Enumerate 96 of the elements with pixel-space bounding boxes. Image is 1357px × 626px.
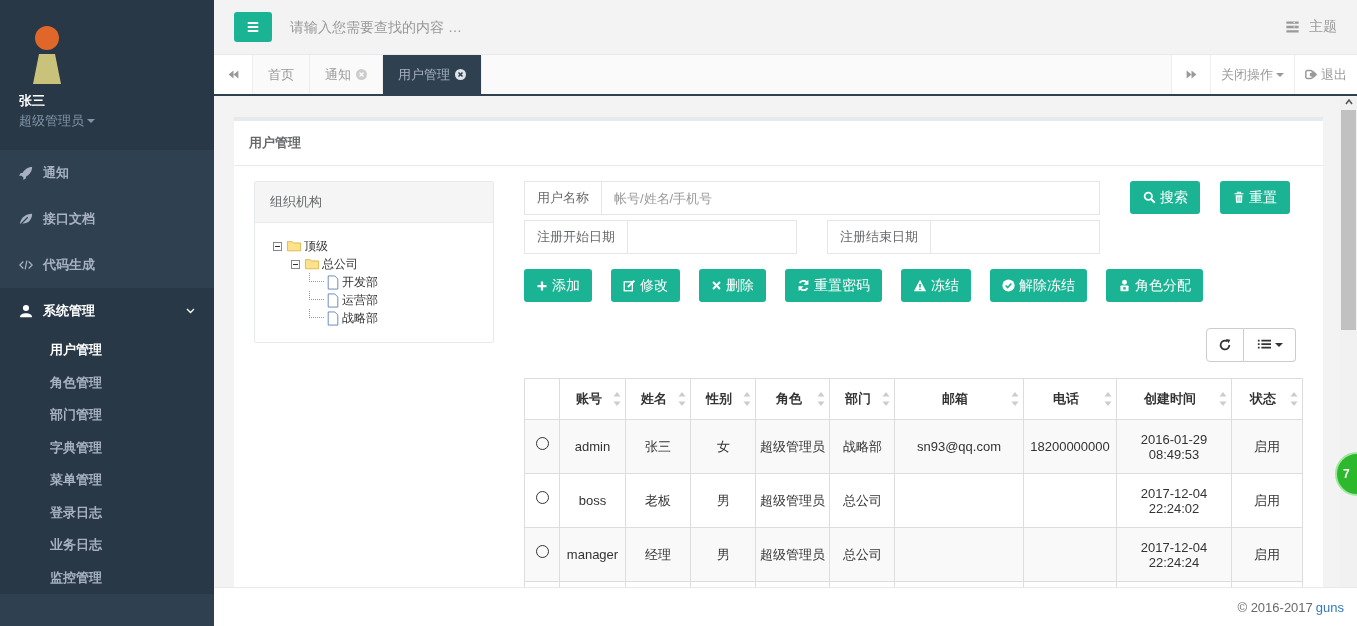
- user-role-dropdown[interactable]: 超级管理员: [19, 112, 95, 130]
- table-cell: 经理: [645, 545, 671, 564]
- user-name: 张三: [19, 92, 45, 110]
- input-field[interactable]: [627, 220, 797, 254]
- table-cell: 超级管理员: [760, 491, 825, 510]
- sidebar-item[interactable]: 系统管理: [0, 288, 214, 334]
- table-cell: 老板: [645, 491, 671, 510]
- list-icon: [1256, 338, 1272, 352]
- table-cell: 总公司: [842, 545, 882, 564]
- table-cell: 男: [716, 545, 730, 564]
- table-cell-text: 2017-12-04 22:24:24: [1139, 539, 1209, 570]
- submenu-item[interactable]: 角色管理: [50, 373, 102, 392]
- menu-button[interactable]: [234, 12, 272, 42]
- table-cell: 超级管理员: [760, 545, 825, 564]
- submenu-item[interactable]: 字典管理: [50, 438, 102, 457]
- sort-icon: [613, 391, 621, 407]
- collapse-icon[interactable]: [291, 259, 300, 269]
- tree-node[interactable]: 开发部: [342, 273, 378, 291]
- file-icon: [326, 310, 340, 326]
- sort-icon: [743, 391, 751, 407]
- sort-icon: [1290, 391, 1298, 407]
- collapse-icon[interactable]: [273, 241, 282, 251]
- table-cell: sn93@qq.com: [917, 439, 1001, 454]
- sidebar-item[interactable]: 通知: [0, 150, 214, 196]
- tab[interactable]: 用户管理: [383, 55, 482, 94]
- trash-icon: [1233, 191, 1245, 204]
- refresh-icon: [1218, 338, 1232, 352]
- menu-icon: [246, 20, 260, 34]
- search-icon: [1142, 191, 1156, 204]
- file-icon: [326, 292, 340, 308]
- tree-node[interactable]: 总公司: [322, 255, 358, 273]
- sort-icon: [1219, 391, 1227, 407]
- cross-icon: [711, 280, 722, 291]
- table-cell: admin: [574, 439, 611, 454]
- double-left-icon: [226, 68, 240, 81]
- table-cell: 超级管理员: [760, 437, 825, 456]
- sidebar-item[interactable]: 代码生成: [0, 242, 214, 288]
- tree-node[interactable]: 顶级: [304, 237, 328, 255]
- refresh-icon: [797, 279, 810, 292]
- tree-node[interactable]: 运营部: [342, 291, 378, 309]
- user-icon: [19, 304, 33, 318]
- submenu-item[interactable]: 业务日志: [50, 536, 102, 555]
- double-right-icon: [1184, 68, 1198, 81]
- panel-title: 用户管理: [249, 134, 301, 152]
- footer-link[interactable]: guns: [1315, 599, 1344, 615]
- field-label: 注册开始日期: [524, 220, 627, 254]
- table-cell: 启用: [1254, 437, 1280, 456]
- check-circle-icon: [1002, 279, 1015, 292]
- lock-user-icon: [1118, 279, 1131, 292]
- folder-icon: [286, 239, 302, 253]
- table-cell: 张三: [645, 437, 671, 456]
- search-field[interactable]: 请输入您需要查找的内容 …: [288, 18, 892, 36]
- refresh-button[interactable]: [1206, 328, 1244, 362]
- table-cell-text: 2017-12-04 22:24:02: [1139, 485, 1209, 516]
- table-cell: manager: [566, 547, 619, 562]
- table-cell: 男: [716, 491, 730, 510]
- close-icon[interactable]: [455, 69, 466, 80]
- sort-icon: [1011, 391, 1019, 407]
- input-field[interactable]: [930, 220, 1100, 254]
- table-cell-text: 2016-01-29 08:49:53: [1139, 431, 1209, 462]
- columns-dropdown[interactable]: [1244, 328, 1296, 362]
- close-actions-dropdown[interactable]: 关闭操作: [1210, 55, 1294, 94]
- logout-link[interactable]: 退出: [1294, 55, 1357, 94]
- file-icon: [326, 274, 340, 290]
- logout-icon: [1305, 68, 1318, 81]
- table-cell: 女: [716, 437, 730, 456]
- sort-icon: [817, 391, 825, 407]
- table-cell: 启用: [1254, 545, 1280, 564]
- sort-icon: [1104, 391, 1112, 407]
- submenu-item[interactable]: 部门管理: [50, 406, 102, 425]
- submenu-item[interactable]: 菜单管理: [50, 471, 102, 490]
- plus-icon: [536, 279, 548, 292]
- sidebar-item[interactable]: 接口文档: [0, 196, 214, 242]
- field-label: 注册结束日期: [827, 220, 930, 254]
- field-label: 用户名称: [524, 181, 601, 215]
- table-cell: 战略部: [842, 437, 882, 456]
- table-cell: 18200000000: [1030, 439, 1110, 454]
- sort-icon: [882, 391, 890, 407]
- sort-icon: [678, 391, 686, 407]
- table-cell: boss: [578, 493, 607, 508]
- list-icon: [1285, 20, 1300, 34]
- edit-icon: [623, 279, 636, 292]
- table-cell: 总公司: [842, 491, 882, 510]
- submenu-item[interactable]: 监控管理: [50, 568, 102, 587]
- folder-icon: [304, 257, 320, 271]
- copyright-text: © 2016-2017: [1237, 599, 1313, 615]
- tree-node[interactable]: 战略部: [342, 309, 378, 327]
- input-field[interactable]: 帐号/姓名/手机号: [601, 181, 1100, 215]
- rocket-icon: [19, 166, 33, 180]
- org-panel-title: 组织机构: [270, 193, 322, 211]
- code-icon: [19, 258, 33, 272]
- leaf-icon: [19, 212, 33, 226]
- warning-icon: [913, 279, 927, 292]
- submenu-item[interactable]: 登录日志: [50, 503, 102, 522]
- table-cell: 启用: [1254, 491, 1280, 510]
- submenu-item[interactable]: 用户管理: [50, 341, 102, 360]
